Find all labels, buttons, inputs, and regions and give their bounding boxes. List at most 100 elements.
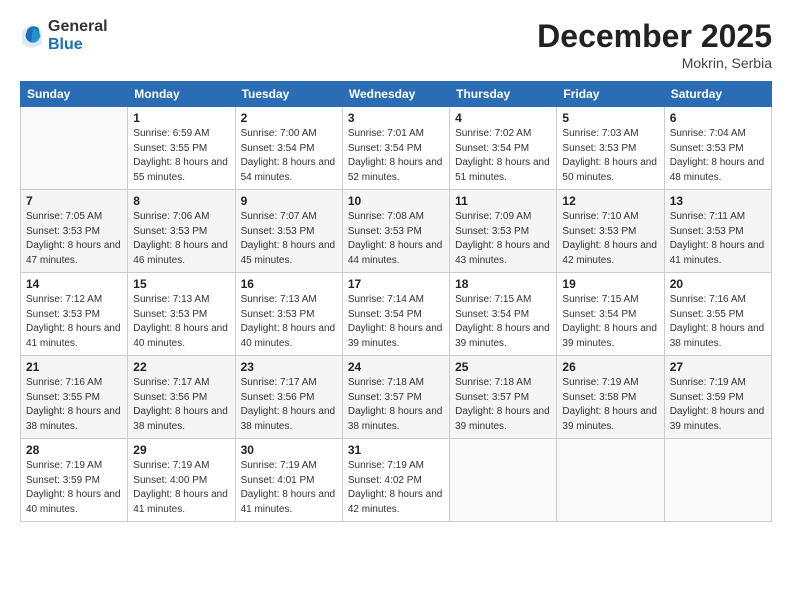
- calendar-weekday-sunday: Sunday: [21, 82, 128, 107]
- calendar-weekday-friday: Friday: [557, 82, 664, 107]
- calendar-cell: 22 Sunrise: 7:17 AMSunset: 3:56 PMDayligh…: [128, 356, 235, 439]
- calendar-cell: 28 Sunrise: 7:19 AMSunset: 3:59 PMDayligh…: [21, 439, 128, 522]
- calendar-cell: 12 Sunrise: 7:10 AMSunset: 3:53 PMDayligh…: [557, 190, 664, 273]
- day-number: 30: [241, 443, 337, 457]
- day-info: Sunrise: 7:12 AMSunset: 3:53 PMDaylight:…: [26, 293, 122, 351]
- day-number: 12: [562, 194, 658, 208]
- calendar-cell: 13Sunrise: 7:11 AMSunset: 3:53 PMDayligh…: [664, 190, 771, 273]
- day-number: 3: [348, 111, 444, 125]
- day-number: 23: [241, 360, 337, 374]
- day-number: 15: [133, 277, 229, 291]
- day-info: Sunrise: 7:19 AMSunset: 4:02 PMDaylight:…: [348, 459, 444, 517]
- day-number: 22: [133, 360, 229, 374]
- day-info: Sunrise: 7:14 AMSunset: 3:54 PMDaylight:…: [348, 293, 444, 351]
- calendar-cell: 2Sunrise: 7:00 AMSunset: 3:54 PMDaylight…: [235, 107, 342, 190]
- day-info: Sunrise: 7:19 AMSunset: 3:58 PMDaylight:…: [562, 376, 658, 434]
- day-info: Sunrise: 7:09 AMSunset: 3:53 PMDaylight:…: [455, 210, 551, 268]
- day-number: 10: [348, 194, 444, 208]
- day-number: 21: [26, 360, 122, 374]
- calendar-cell: [21, 107, 128, 190]
- calendar-cell: 18Sunrise: 7:15 AMSunset: 3:54 PMDayligh…: [450, 273, 557, 356]
- calendar-cell: 24 Sunrise: 7:18 AMSunset: 3:57 PMDayligh…: [342, 356, 449, 439]
- calendar-week-row: 28 Sunrise: 7:19 AMSunset: 3:59 PMDayligh…: [21, 439, 772, 522]
- calendar-cell: 29Sunrise: 7:19 AMSunset: 4:00 PMDayligh…: [128, 439, 235, 522]
- day-info: Sunrise: 7:08 AMSunset: 3:53 PMDaylight:…: [348, 210, 444, 268]
- day-number: 14: [26, 277, 122, 291]
- calendar-weekday-monday: Monday: [128, 82, 235, 107]
- calendar-weekday-thursday: Thursday: [450, 82, 557, 107]
- day-info: Sunrise: 7:00 AMSunset: 3:54 PMDaylight:…: [241, 127, 337, 185]
- day-number: 19: [562, 277, 658, 291]
- day-number: 27: [670, 360, 766, 374]
- calendar-cell: 20 Sunrise: 7:16 AMSunset: 3:55 PMDayligh…: [664, 273, 771, 356]
- location: Mokrin, Serbia: [537, 55, 772, 71]
- day-info: Sunrise: 7:02 AMSunset: 3:54 PMDaylight:…: [455, 127, 551, 185]
- calendar-cell: 6Sunrise: 7:04 AMSunset: 3:53 PMDaylight…: [664, 107, 771, 190]
- day-info: Sunrise: 6:59 AMSunset: 3:55 PMDaylight:…: [133, 127, 229, 185]
- day-info: Sunrise: 7:17 AMSunset: 3:56 PMDaylight:…: [133, 376, 229, 434]
- logo-blue: Blue: [48, 36, 108, 54]
- calendar-cell: 3 Sunrise: 7:01 AMSunset: 3:54 PMDaylight…: [342, 107, 449, 190]
- day-info: Sunrise: 7:16 AMSunset: 3:55 PMDaylight:…: [26, 376, 122, 434]
- day-info: Sunrise: 7:18 AMSunset: 3:57 PMDaylight:…: [455, 376, 551, 434]
- day-info: Sunrise: 7:04 AMSunset: 3:53 PMDaylight:…: [670, 127, 766, 185]
- calendar-cell: 30 Sunrise: 7:19 AMSunset: 4:01 PMDayligh…: [235, 439, 342, 522]
- page: General Blue December 2025 Mokrin, Serbi…: [0, 0, 792, 612]
- calendar-cell: 26 Sunrise: 7:19 AMSunset: 3:58 PMDayligh…: [557, 356, 664, 439]
- calendar-body: 1 Sunrise: 6:59 AMSunset: 3:55 PMDaylight…: [21, 107, 772, 522]
- day-info: Sunrise: 7:03 AMSunset: 3:53 PMDaylight:…: [562, 127, 658, 185]
- calendar-week-row: 21 Sunrise: 7:16 AMSunset: 3:55 PMDayligh…: [21, 356, 772, 439]
- calendar-cell: 9Sunrise: 7:07 AMSunset: 3:53 PMDaylight…: [235, 190, 342, 273]
- day-info: Sunrise: 7:19 AMSunset: 3:59 PMDaylight:…: [670, 376, 766, 434]
- day-info: Sunrise: 7:15 AMSunset: 3:54 PMDaylight:…: [455, 293, 551, 351]
- logo-general: General: [48, 18, 108, 36]
- day-number: 20: [670, 277, 766, 291]
- day-info: Sunrise: 7:11 AMSunset: 3:53 PMDaylight:…: [670, 210, 766, 268]
- calendar-weekday-saturday: Saturday: [664, 82, 771, 107]
- calendar-cell: 17 Sunrise: 7:14 AMSunset: 3:54 PMDayligh…: [342, 273, 449, 356]
- logo-icon: [20, 22, 44, 50]
- calendar-cell: 10 Sunrise: 7:08 AMSunset: 3:53 PMDayligh…: [342, 190, 449, 273]
- calendar-cell: 5Sunrise: 7:03 AMSunset: 3:53 PMDaylight…: [557, 107, 664, 190]
- calendar-cell: 7 Sunrise: 7:05 AMSunset: 3:53 PMDaylight…: [21, 190, 128, 273]
- calendar-cell: 11 Sunrise: 7:09 AMSunset: 3:53 PMDayligh…: [450, 190, 557, 273]
- calendar-cell: 15 Sunrise: 7:13 AMSunset: 3:53 PMDayligh…: [128, 273, 235, 356]
- calendar-cell: 19Sunrise: 7:15 AMSunset: 3:54 PMDayligh…: [557, 273, 664, 356]
- day-info: Sunrise: 7:06 AMSunset: 3:53 PMDaylight:…: [133, 210, 229, 268]
- calendar-cell: [557, 439, 664, 522]
- day-number: 4: [455, 111, 551, 125]
- day-number: 16: [241, 277, 337, 291]
- calendar-cell: 16Sunrise: 7:13 AMSunset: 3:53 PMDayligh…: [235, 273, 342, 356]
- day-number: 7: [26, 194, 122, 208]
- calendar: SundayMondayTuesdayWednesdayThursdayFrid…: [20, 81, 772, 522]
- day-number: 24: [348, 360, 444, 374]
- calendar-week-row: 14 Sunrise: 7:12 AMSunset: 3:53 PMDayligh…: [21, 273, 772, 356]
- calendar-cell: [450, 439, 557, 522]
- day-info: Sunrise: 7:18 AMSunset: 3:57 PMDaylight:…: [348, 376, 444, 434]
- day-number: 28: [26, 443, 122, 457]
- day-info: Sunrise: 7:17 AMSunset: 3:56 PMDaylight:…: [241, 376, 337, 434]
- day-info: Sunrise: 7:13 AMSunset: 3:53 PMDaylight:…: [133, 293, 229, 351]
- day-number: 9: [241, 194, 337, 208]
- day-info: Sunrise: 7:05 AMSunset: 3:53 PMDaylight:…: [26, 210, 122, 268]
- day-number: 8: [133, 194, 229, 208]
- calendar-cell: 23 Sunrise: 7:17 AMSunset: 3:56 PMDayligh…: [235, 356, 342, 439]
- day-number: 26: [562, 360, 658, 374]
- title-block: December 2025 Mokrin, Serbia: [537, 18, 772, 71]
- day-info: Sunrise: 7:19 AMSunset: 4:00 PMDaylight:…: [133, 459, 229, 517]
- calendar-cell: 31Sunrise: 7:19 AMSunset: 4:02 PMDayligh…: [342, 439, 449, 522]
- calendar-cell: 21 Sunrise: 7:16 AMSunset: 3:55 PMDayligh…: [21, 356, 128, 439]
- day-info: Sunrise: 7:10 AMSunset: 3:53 PMDaylight:…: [562, 210, 658, 268]
- logo-text: General Blue: [48, 18, 108, 53]
- day-number: 25: [455, 360, 551, 374]
- day-number: 11: [455, 194, 551, 208]
- day-info: Sunrise: 7:16 AMSunset: 3:55 PMDaylight:…: [670, 293, 766, 351]
- day-number: 1: [133, 111, 229, 125]
- calendar-weekday-tuesday: Tuesday: [235, 82, 342, 107]
- day-number: 17: [348, 277, 444, 291]
- day-info: Sunrise: 7:01 AMSunset: 3:54 PMDaylight:…: [348, 127, 444, 185]
- header: General Blue December 2025 Mokrin, Serbi…: [20, 18, 772, 71]
- calendar-week-row: 1 Sunrise: 6:59 AMSunset: 3:55 PMDaylight…: [21, 107, 772, 190]
- day-info: Sunrise: 7:19 AMSunset: 3:59 PMDaylight:…: [26, 459, 122, 517]
- day-info: Sunrise: 7:19 AMSunset: 4:01 PMDaylight:…: [241, 459, 337, 517]
